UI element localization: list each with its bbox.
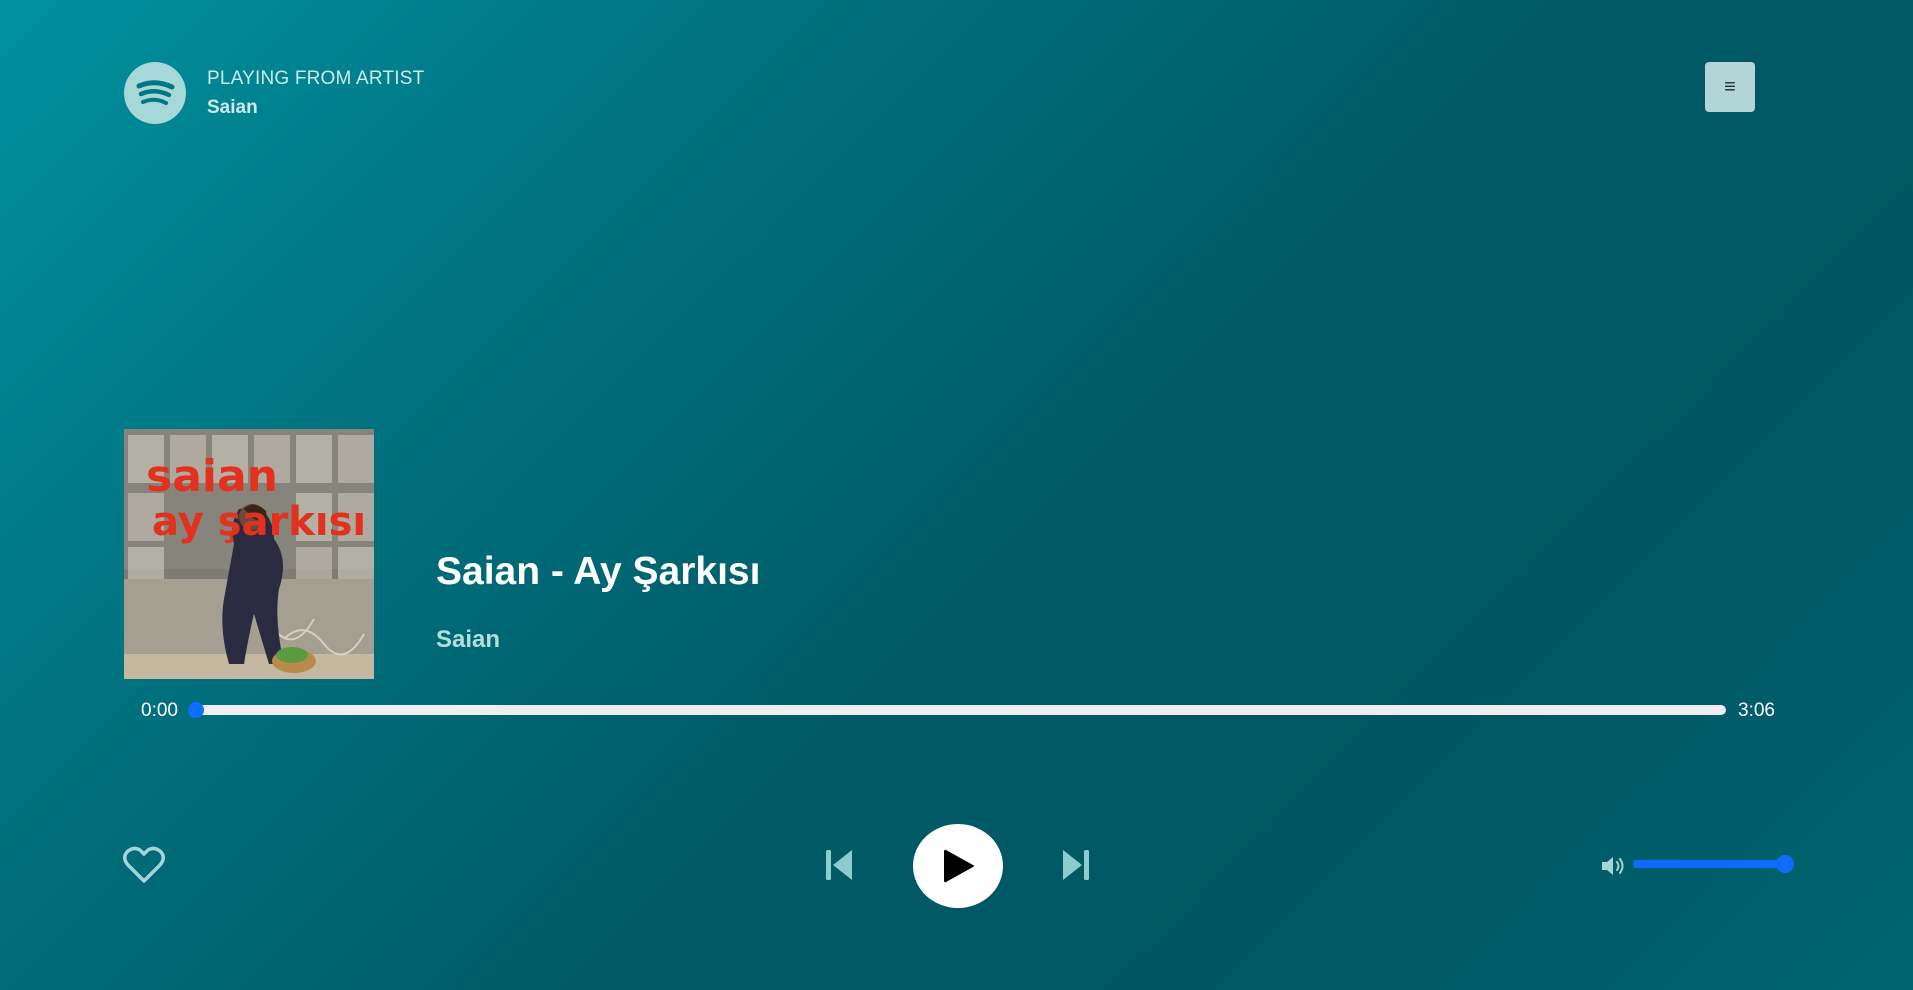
context-label: PLAYING FROM ARTIST — [207, 67, 425, 89]
cover-text-line2: ay şarkısı — [152, 499, 366, 545]
skip-back-icon — [826, 850, 852, 880]
context-name[interactable]: Saian — [207, 97, 424, 119]
duration-time: 3:06 — [1738, 700, 1775, 721]
like-button[interactable] — [122, 845, 166, 890]
progress-thumb[interactable] — [188, 702, 204, 718]
play-icon — [944, 849, 974, 883]
menu-icon: ≡ — [1724, 75, 1736, 98]
volume-fill — [1633, 860, 1785, 868]
play-button[interactable] — [913, 824, 1003, 908]
header-text: PLAYING FROM ARTIST Saian — [207, 68, 424, 119]
spotify-logo-icon — [124, 62, 186, 124]
heart-outline-icon — [123, 846, 165, 883]
menu-button[interactable]: ≡ — [1705, 62, 1755, 112]
progress-slider[interactable] — [188, 702, 1726, 718]
cover-text-line1: saian — [146, 451, 278, 502]
next-button[interactable] — [1062, 848, 1090, 887]
volume-icon — [1602, 857, 1624, 875]
skip-forward-icon — [1063, 850, 1089, 880]
track-title[interactable]: Saian - Ay Şarkısı — [436, 550, 760, 594]
album-cover: saian ay şarkısı — [124, 429, 374, 679]
track-artist[interactable]: Saian — [436, 626, 500, 654]
now-playing-header: PLAYING FROM ARTIST Saian — [124, 62, 424, 124]
previous-button[interactable] — [825, 848, 853, 887]
current-time: 0:00 — [141, 700, 178, 721]
mute-button[interactable] — [1600, 854, 1628, 883]
volume-thumb[interactable] — [1776, 855, 1794, 873]
volume-slider[interactable] — [1633, 855, 1794, 873]
album-cover-art: saian ay şarkısı — [124, 429, 374, 679]
